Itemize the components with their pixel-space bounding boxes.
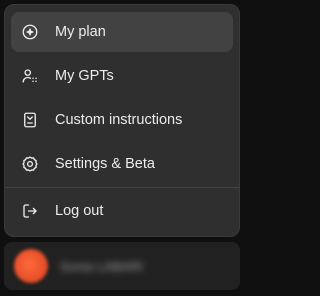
account-name: Sonia LABARI bbox=[60, 258, 144, 274]
custom-instructions-icon bbox=[19, 109, 41, 131]
menu-item-log-out[interactable]: Log out bbox=[11, 191, 233, 231]
menu-item-label: My plan bbox=[55, 24, 106, 40]
menu-item-label: My GPTs bbox=[55, 68, 114, 84]
menu-item-label: Settings & Beta bbox=[55, 156, 155, 172]
account-menu: My plan My GPTs Custom instructions Sett… bbox=[4, 4, 240, 237]
menu-item-label: Log out bbox=[55, 203, 104, 219]
logout-icon bbox=[19, 200, 41, 222]
account-button[interactable]: Sonia LABARI bbox=[4, 242, 240, 290]
avatar bbox=[14, 249, 48, 283]
gear-icon bbox=[19, 153, 41, 175]
menu-item-my-plan[interactable]: My plan bbox=[11, 12, 233, 52]
menu-item-label: Custom instructions bbox=[55, 112, 183, 128]
gpts-icon bbox=[19, 65, 41, 87]
menu-item-my-gpts[interactable]: My GPTs bbox=[11, 56, 233, 96]
plan-icon bbox=[19, 21, 41, 43]
menu-divider bbox=[5, 187, 239, 188]
menu-item-custom-instructions[interactable]: Custom instructions bbox=[11, 100, 233, 140]
menu-item-settings[interactable]: Settings & Beta bbox=[11, 144, 233, 184]
